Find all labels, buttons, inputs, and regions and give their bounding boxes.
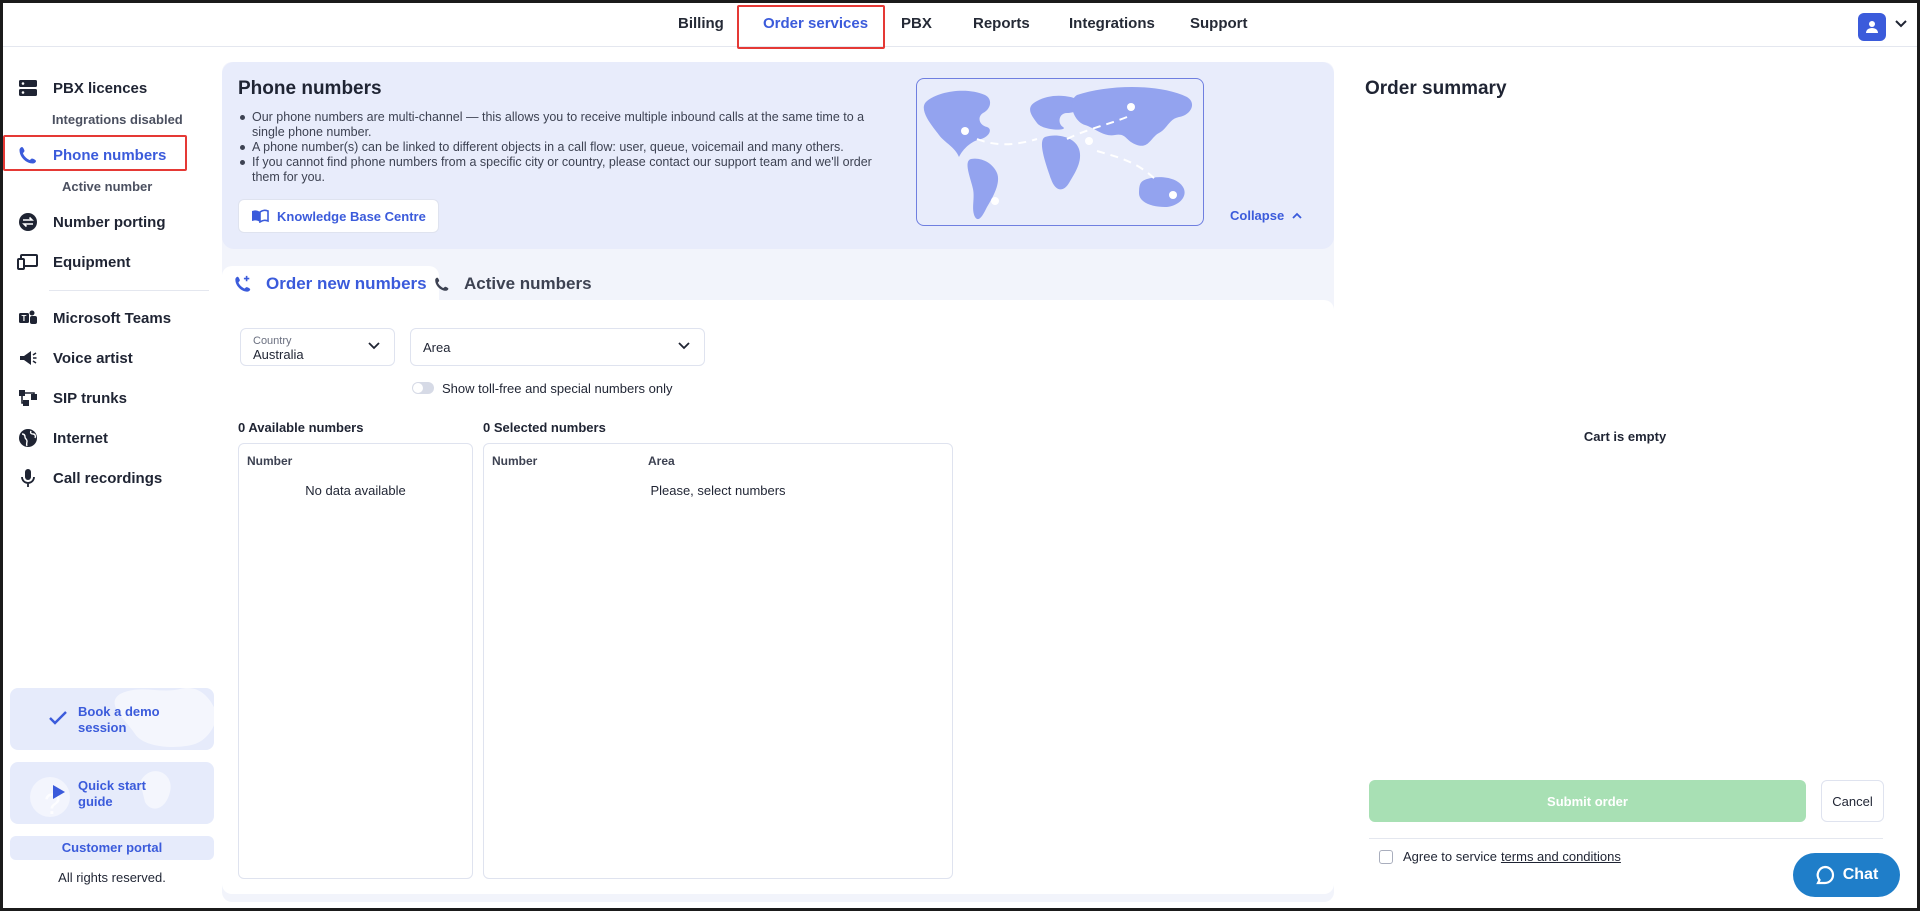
sidebar-item-pbx-licences[interactable]: PBX licences [17,77,147,99]
sidebar-item-phone-numbers[interactable]: Phone numbers [17,144,166,166]
sidebar-divider [49,290,209,291]
collapse-button[interactable]: Collapse [1230,208,1302,223]
globe-icon [17,427,39,449]
tab-label: Order new numbers [266,274,427,293]
server-icon [17,77,39,99]
sidebar-item-microsoft-teams[interactable]: T Microsoft Teams [17,307,171,329]
column-header-number: Number [247,454,293,468]
sidebar-item-label: SIP trunks [53,389,127,407]
phone-icon [17,144,39,166]
tab-order-new-numbers[interactable]: Order new numbers [222,266,439,302]
submit-order-button[interactable]: Submit order [1369,780,1806,822]
order-summary-title: Order summary [1365,78,1507,99]
sidebar-subitem-integrations-disabled[interactable]: Integrations disabled [52,112,183,127]
book-demo-label: Book a demo session [78,704,160,735]
nav-support[interactable]: Support [1190,15,1248,32]
sidebar-item-label: PBX licences [53,79,148,97]
play-icon [53,785,65,799]
network-icon [17,387,39,409]
chat-bubble-icon [1815,865,1834,885]
chat-label: Chat [1842,866,1879,883]
collapse-label: Collapse [1230,208,1285,223]
info-bullet: A phone number(s) can be linked to diffe… [238,140,898,155]
sidebar-item-voice-artist[interactable]: Voice artist [17,347,133,369]
chevron-down-icon [368,342,380,350]
area-select[interactable]: Area [410,328,705,366]
column-header-number: Number [492,454,538,468]
sidebar-item-internet[interactable]: Internet [17,427,108,449]
world-map-illustration [916,78,1204,226]
microphone-icon [17,467,39,489]
terms-checkbox[interactable] [1379,849,1393,864]
quick-start-label: Quick start guide [78,778,146,809]
user-avatar-button[interactable] [1858,13,1886,41]
sidebar-item-label: Internet [53,429,109,447]
selected-numbers-count: 0 Selected numbers [483,420,606,435]
sidebar-item-label: Phone numbers [53,146,167,164]
user-icon [1866,21,1878,33]
sidebar-subitem-active-number[interactable]: Active number [62,179,152,194]
sidebar-item-label: Equipment [53,253,131,271]
chevron-up-icon [1292,212,1302,219]
nav-billing[interactable]: Billing [678,15,724,32]
cart-empty-message: Cart is empty [1583,429,1667,444]
country-select-label: Country [253,335,292,347]
available-numbers-list: Number No data available [238,443,473,879]
selected-numbers-list: Number Area Please, select numbers [483,443,953,879]
porting-icon [17,211,39,233]
knowledge-base-button[interactable]: Knowledge Base Centre [238,199,439,233]
empty-state-message: Please, select numbers [650,483,786,498]
page-title: Phone numbers [238,78,382,99]
phone-numbers-info-card: Phone numbers Our phone numbers are mult… [222,62,1334,249]
nav-reports[interactable]: Reports [973,15,1030,32]
svg-text:T: T [22,314,27,323]
info-bullet: Our phone numbers are multi-channel — th… [238,110,898,140]
knowledge-base-label: Knowledge Base Centre [277,208,426,224]
tab-active-numbers[interactable]: Active numbers [422,266,604,302]
check-icon [49,711,67,725]
empty-state-message: No data available [305,483,406,498]
nav-pbx[interactable]: PBX [901,15,932,32]
column-header-area: Area [648,454,675,468]
info-bullets: Our phone numbers are multi-channel — th… [238,110,898,185]
toll-free-toggle[interactable] [412,382,434,394]
teams-icon: T [17,307,39,329]
sidebar-item-number-porting[interactable]: Number porting [17,211,166,233]
toll-free-toggle-label: Show toll-free and special numbers only [442,381,673,396]
phone-icon [435,277,449,291]
sidebar-item-label: Voice artist [53,349,133,367]
sidebar: PBX licences Integrations disabled Phone… [3,48,217,908]
order-summary-panel: Order summary Cart is empty Submit order… [1347,62,1907,894]
top-navigation: Billing Order services PBX Reports Integ… [3,3,1917,49]
sidebar-item-sip-trunks[interactable]: SIP trunks [17,387,127,409]
number-tabs: Order new numbers Active numbers [222,266,1334,302]
sidebar-item-label: Call recordings [53,469,163,487]
country-select[interactable]: Country Australia [240,328,395,366]
chevron-down-icon[interactable] [1895,20,1907,28]
available-numbers-count: 0 Available numbers [238,420,364,435]
sidebar-item-equipment[interactable]: Equipment [17,251,131,273]
terms-link[interactable]: terms and conditions [1501,849,1621,864]
quick-start-guide-card[interactable]: ? Quick start guide [10,762,214,824]
nav-active-highlight [737,5,885,49]
sidebar-item-label: Microsoft Teams [53,309,172,327]
chevron-down-icon [678,342,690,350]
tab-label: Active numbers [464,274,592,293]
cancel-button[interactable]: Cancel [1821,780,1884,822]
area-select-placeholder: Area [423,340,451,355]
copyright-text: All rights reserved. [58,870,166,885]
country-select-value: Australia [253,347,304,362]
book-demo-card[interactable]: Book a demo session [10,688,214,750]
agree-text: Agree to service [1403,849,1497,864]
book-icon [252,209,269,223]
devices-icon [17,251,39,273]
megaphone-icon [17,347,39,369]
sidebar-item-label: Number porting [53,213,166,231]
info-bullet: If you cannot find phone numbers from a … [238,155,898,185]
phone-add-icon [235,275,251,292]
chat-button[interactable]: Chat [1793,853,1900,897]
sidebar-item-call-recordings[interactable]: Call recordings [17,467,162,489]
nav-integrations[interactable]: Integrations [1069,15,1155,32]
customer-portal-link[interactable]: Customer portal [10,836,214,860]
